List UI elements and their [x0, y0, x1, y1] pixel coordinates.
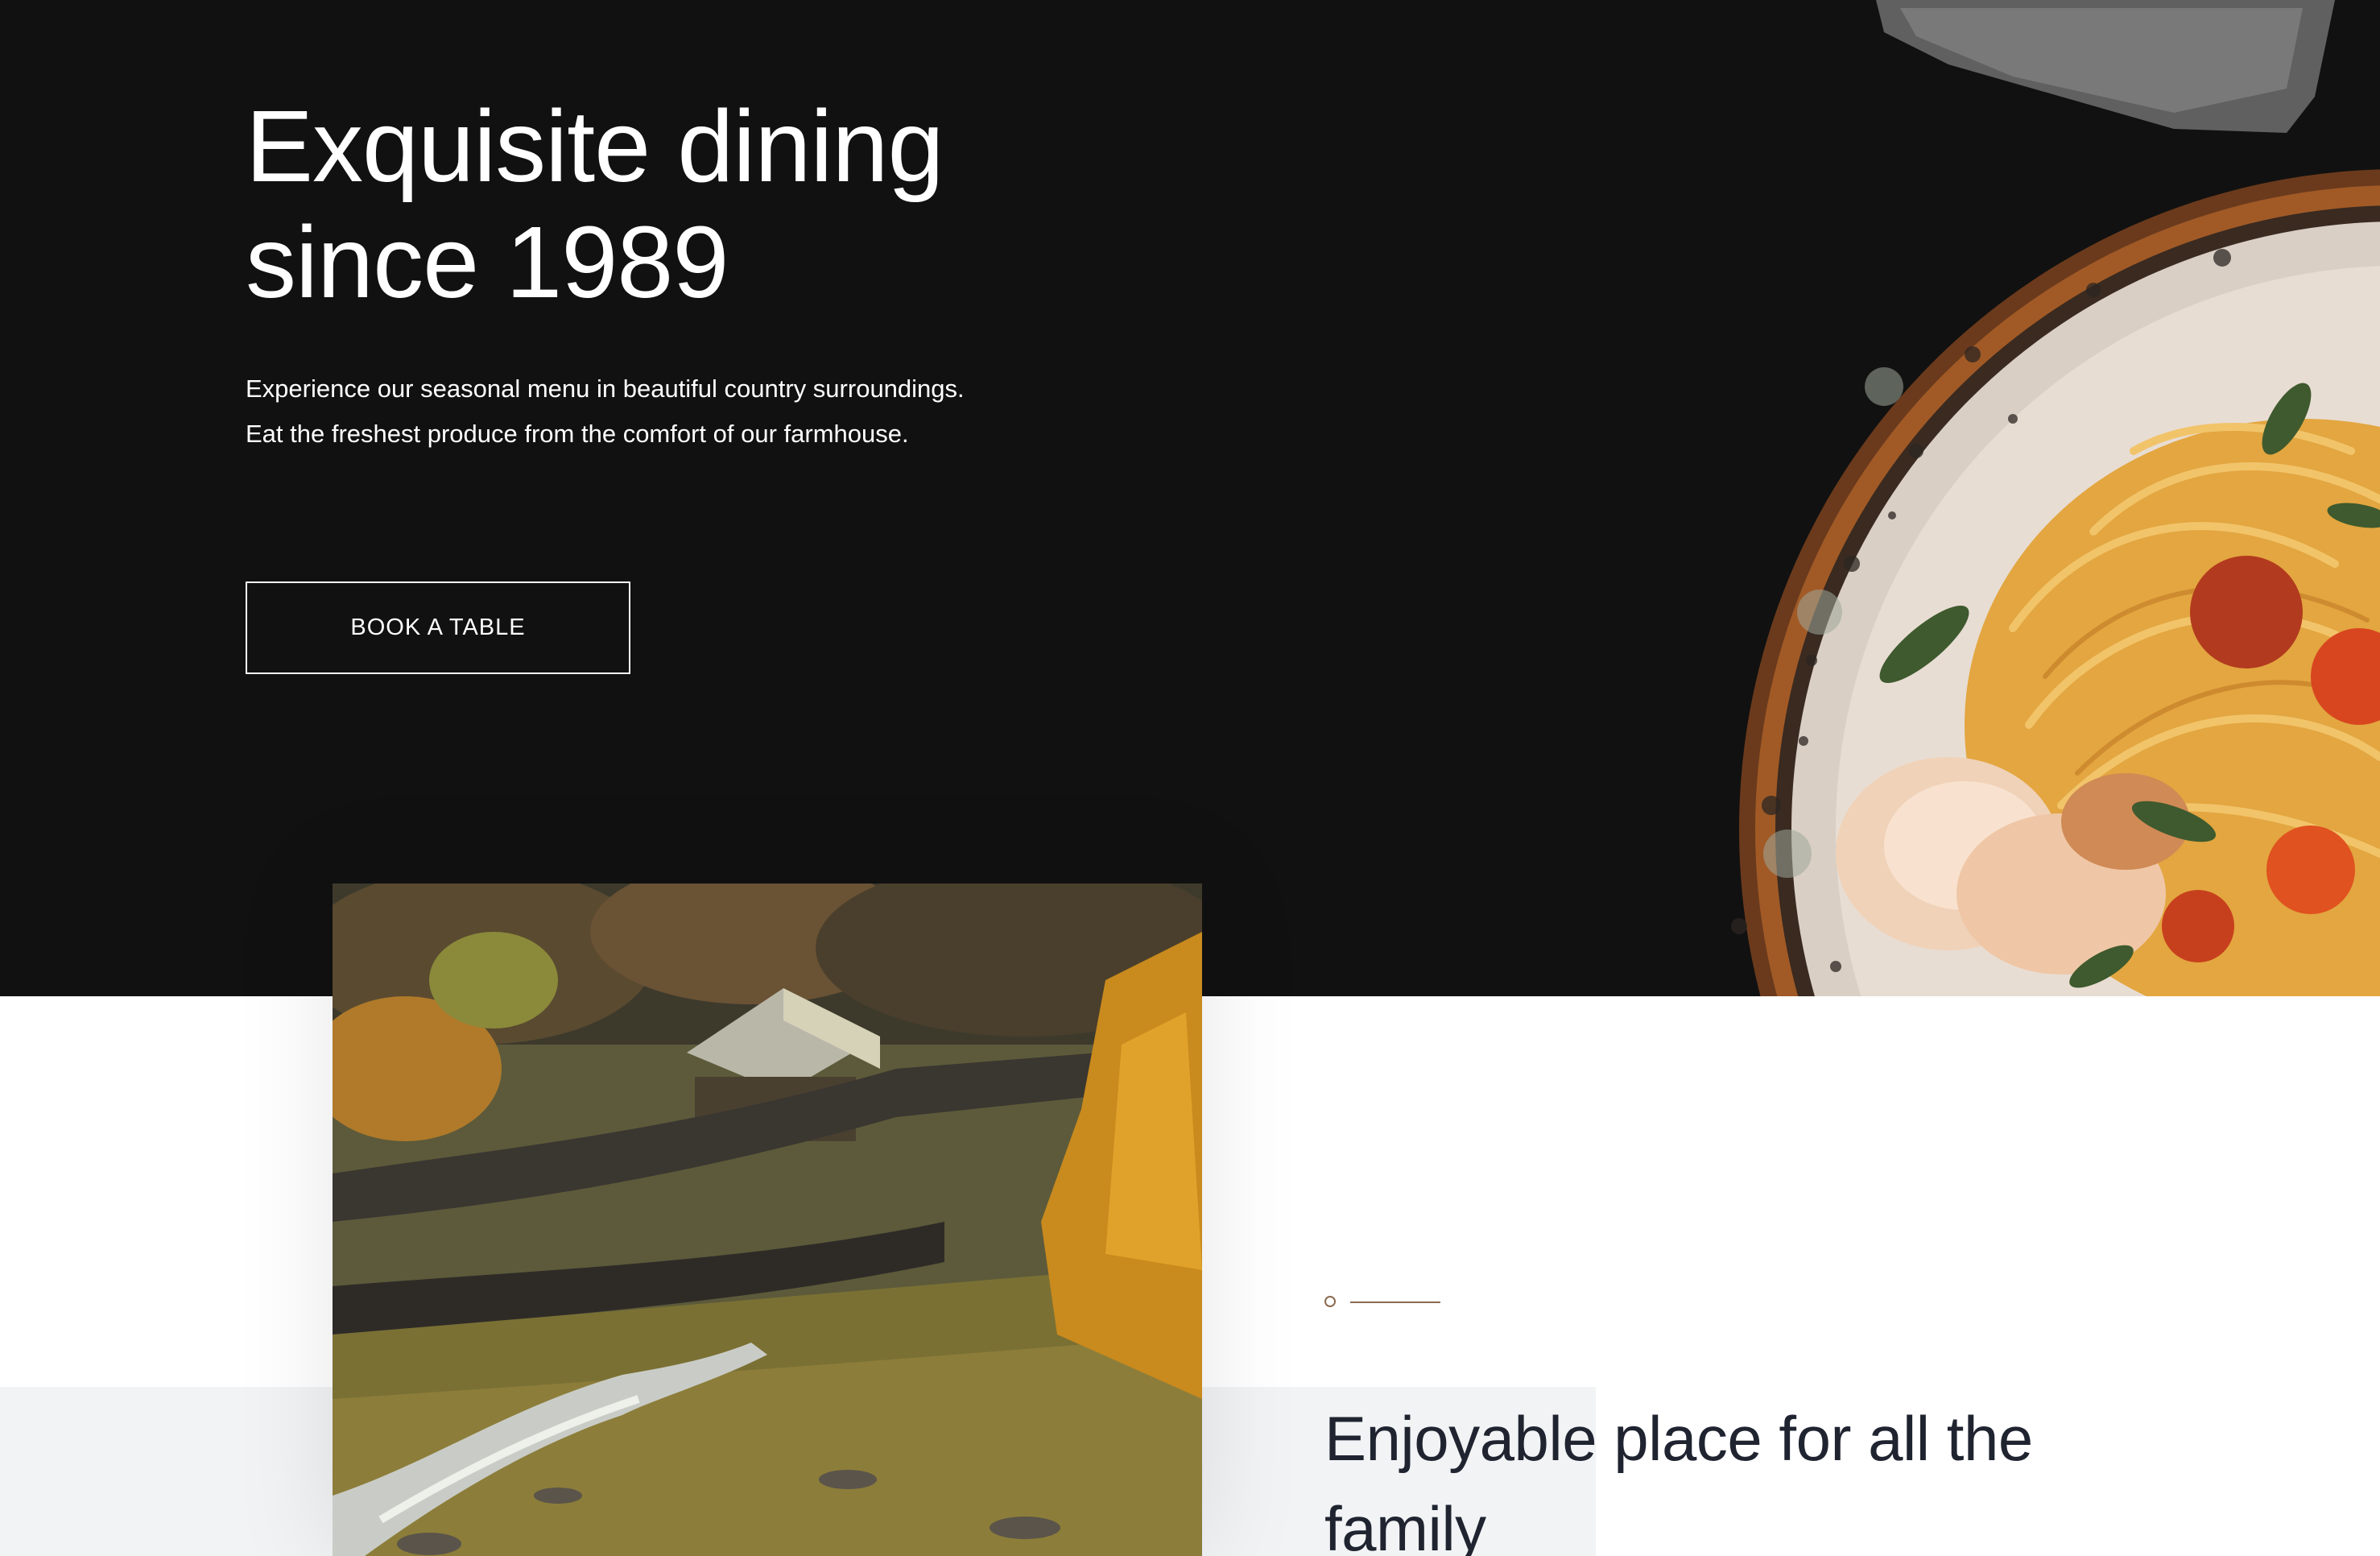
- countryside-landscape-image: [333, 884, 1202, 1556]
- hero-title: Exquisite dining since 1989: [246, 89, 944, 319]
- hero-section: Exquisite dining since 1989 Experience o…: [0, 0, 2380, 996]
- page: Exquisite dining since 1989 Experience o…: [0, 0, 2380, 1556]
- divider-dot-icon: [1324, 1296, 1336, 1307]
- about-title: Enjoyable place for all the family: [1324, 1403, 2033, 1556]
- divider-line: [1350, 1301, 1440, 1303]
- section-divider: [1324, 1294, 1445, 1310]
- book-a-table-button[interactable]: BOOK A TABLE: [246, 581, 630, 674]
- hero-description: Experience our seasonal menu in beautifu…: [246, 375, 965, 448]
